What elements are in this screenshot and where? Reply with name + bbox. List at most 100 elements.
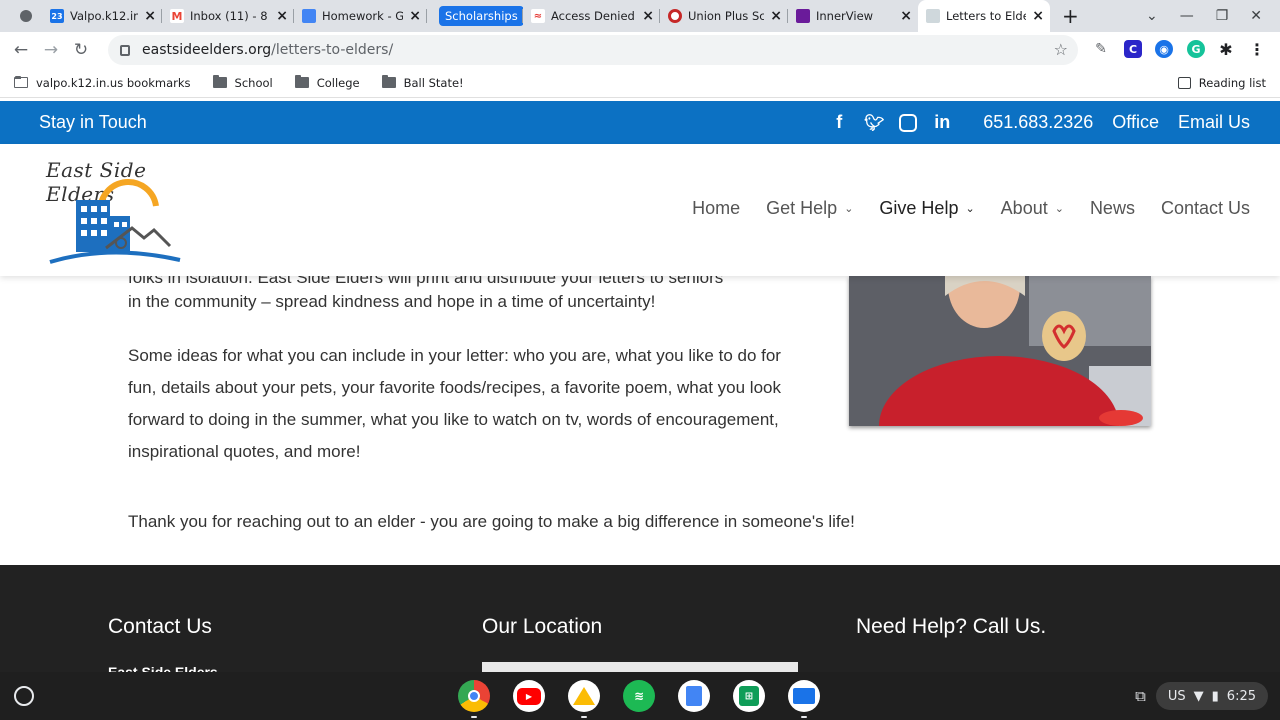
url-host: eastsideelders.org bbox=[142, 42, 272, 58]
spotify-app-icon[interactable]: ≋ bbox=[623, 680, 655, 712]
footer-help-heading: Need Help? Call Us. bbox=[856, 615, 1047, 638]
facebook-icon[interactable]: f bbox=[829, 112, 849, 133]
close-window-icon[interactable]: ✕ bbox=[1250, 8, 1262, 24]
linkedin-icon[interactable]: in bbox=[932, 112, 952, 133]
site-topbar: Stay in Touch f 🐦︎ in 651.683.2326 Offic… bbox=[0, 101, 1280, 144]
twitter-icon[interactable]: 🐦︎ bbox=[864, 113, 884, 133]
tab-title: Letters to Elders bbox=[946, 9, 1027, 23]
phone-link[interactable]: 651.683.2326 bbox=[983, 112, 1093, 133]
system-tray[interactable]: US ▼ ▮ 6:25 bbox=[1155, 682, 1268, 710]
bookmark-college[interactable]: College bbox=[294, 75, 360, 90]
minimize-icon[interactable]: — bbox=[1180, 8, 1194, 24]
recording-indicator-icon bbox=[20, 10, 32, 22]
menu-give-help[interactable]: Give Help ⌄ bbox=[879, 198, 974, 219]
reading-list-icon bbox=[1177, 76, 1191, 89]
photo-illustration-icon bbox=[849, 276, 1151, 426]
clock-label: 6:25 bbox=[1226, 688, 1256, 704]
page-content: folks in isolation. East Side Elders wil… bbox=[0, 276, 1280, 565]
tab-group-scholarships[interactable]: Scholarships bbox=[427, 0, 523, 32]
menu-label: Home bbox=[692, 198, 741, 218]
docs-app-icon[interactable] bbox=[678, 680, 710, 712]
extensions-puzzle-icon[interactable]: ✱ bbox=[1217, 40, 1235, 59]
extension-shield-icon[interactable]: ◉ bbox=[1155, 40, 1173, 58]
access-icon: ≈ bbox=[531, 9, 545, 23]
tab-homework[interactable]: Homework - G × bbox=[294, 0, 427, 32]
bookmark-star-icon[interactable]: ☆ bbox=[1054, 40, 1068, 59]
tab-union-plus[interactable]: Union Plus Sc × bbox=[660, 0, 788, 32]
grammarly-icon[interactable]: G bbox=[1187, 40, 1205, 58]
footer-location-heading: Our Location bbox=[482, 615, 603, 638]
extension-c-icon[interactable]: C bbox=[1124, 40, 1142, 58]
lock-icon[interactable] bbox=[120, 44, 130, 56]
extension-icon[interactable]: ✎ bbox=[1092, 40, 1110, 58]
menu-news[interactable]: News bbox=[1090, 198, 1135, 219]
reading-list-button[interactable]: Reading list bbox=[1177, 76, 1266, 90]
tab-innerview[interactable]: InnerView × bbox=[788, 0, 918, 32]
close-tab-icon[interactable]: × bbox=[1026, 8, 1044, 24]
close-tab-icon[interactable]: × bbox=[270, 8, 288, 24]
bookmarks-bar: valpo.k12.in.us bookmarks School College… bbox=[0, 68, 1280, 98]
union-plus-icon bbox=[668, 9, 682, 23]
tab-search-icon[interactable]: ⌄ bbox=[1146, 8, 1158, 24]
paragraph-thank-you: Thank you for reaching out to an elder -… bbox=[128, 512, 855, 531]
back-icon[interactable]: ← bbox=[6, 40, 36, 60]
menu-contact-us[interactable]: Contact Us bbox=[1161, 198, 1250, 219]
bookmark-school[interactable]: School bbox=[212, 75, 273, 90]
tab-title: InnerView bbox=[816, 9, 874, 23]
tab-valpo[interactable]: 23 Valpo.k12.in.us × bbox=[42, 0, 162, 32]
battery-icon: ▮ bbox=[1211, 688, 1219, 704]
menu-label: Contact Us bbox=[1160, 198, 1250, 218]
site-logo[interactable]: East Side Elders bbox=[40, 156, 190, 266]
gmail-icon: M bbox=[170, 9, 184, 23]
paragraph-ideas: Some ideas for what you can include in y… bbox=[128, 346, 781, 461]
menu-about[interactable]: About ⌄ bbox=[1001, 198, 1064, 219]
chrome-app-icon[interactable] bbox=[458, 680, 490, 718]
paragraph-intro-cut: folks in isolation. East Side Elders wil… bbox=[128, 276, 724, 287]
tab-inbox[interactable]: M Inbox (11) - 8 × bbox=[162, 0, 294, 32]
location-map[interactable] bbox=[482, 662, 798, 672]
tab-access-denied[interactable]: ≈ Access Denied × bbox=[523, 0, 660, 32]
menu-kebab-icon[interactable]: ⋮ bbox=[1248, 40, 1266, 59]
site-favicon-icon bbox=[926, 9, 940, 23]
launcher-icon[interactable] bbox=[14, 686, 34, 706]
footer-contact-heading: Contact Us bbox=[108, 615, 212, 638]
sheets-app-icon[interactable]: ⊞ bbox=[733, 680, 765, 712]
tab-title: Access Denied bbox=[551, 9, 635, 23]
restore-icon[interactable]: ❐ bbox=[1216, 8, 1229, 24]
close-tab-icon[interactable]: × bbox=[403, 8, 421, 24]
chevron-down-icon: ⌄ bbox=[965, 203, 975, 215]
address-bar[interactable]: eastsideelders.org/letters-to-elders/ ☆ bbox=[108, 35, 1078, 65]
bookmarks-folder-icon bbox=[14, 76, 28, 88]
tab-title: Valpo.k12.in.us bbox=[70, 9, 139, 23]
bookmark-ball-state[interactable]: Ball State! bbox=[381, 75, 464, 90]
site-footer: Contact Us Our Location Need Help? Call … bbox=[0, 565, 1280, 680]
close-tab-icon[interactable]: × bbox=[894, 8, 912, 24]
locale-label: US bbox=[1167, 688, 1186, 704]
tab-group-label: Scholarships bbox=[439, 6, 523, 26]
holding-space-icon[interactable]: ⧉ bbox=[1135, 687, 1146, 705]
new-tab-button[interactable]: + bbox=[1062, 4, 1079, 28]
forward-icon[interactable]: → bbox=[36, 40, 66, 60]
close-tab-icon[interactable]: × bbox=[764, 8, 782, 24]
bookmark-label: Ball State! bbox=[403, 75, 464, 90]
menu-get-help[interactable]: Get Help ⌄ bbox=[766, 198, 853, 219]
menu-home[interactable]: Home bbox=[692, 198, 740, 219]
bookmark-label: School bbox=[234, 75, 273, 90]
drive-app-icon[interactable] bbox=[568, 680, 600, 718]
wifi-icon: ▼ bbox=[1193, 688, 1204, 704]
youtube-app-icon[interactable]: ▶ bbox=[513, 680, 545, 712]
menu-label: News bbox=[1089, 198, 1135, 218]
instagram-icon[interactable] bbox=[899, 113, 918, 132]
bookmark-label: valpo.k12.in.us bookmarks bbox=[36, 75, 191, 90]
reload-icon[interactable]: ↻ bbox=[66, 40, 96, 60]
chevron-down-icon: ⌄ bbox=[844, 203, 854, 215]
close-tab-icon[interactable]: × bbox=[138, 8, 156, 24]
tab-letters-to-elders[interactable]: Letters to Elders × bbox=[918, 0, 1050, 32]
browser-toolbar: ← → ↻ eastsideelders.org/letters-to-elde… bbox=[0, 32, 1280, 68]
files-app-icon[interactable] bbox=[788, 680, 820, 718]
menu-label: Get Help bbox=[766, 198, 838, 218]
bookmark-valpo[interactable]: valpo.k12.in.us bookmarks bbox=[14, 76, 191, 90]
email-us-link[interactable]: Email Us bbox=[1178, 112, 1250, 133]
office-link[interactable]: Office bbox=[1112, 112, 1159, 133]
close-tab-icon[interactable]: × bbox=[636, 8, 654, 24]
